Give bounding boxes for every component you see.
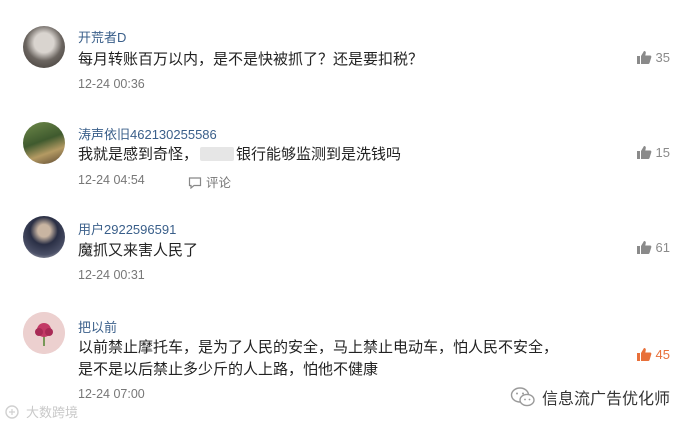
watermark-right: 信息流广告优化师 [510,385,670,409]
like-count: 45 [655,347,670,362]
watermark-left-text: 大数跨境 [26,405,79,420]
wechat-icon [510,387,535,407]
comment-time: 12-24 00:31 [78,268,145,282]
comment-text: 以前禁止摩托车，是为了人民的安全，马上禁止电动车，怕人民不安全， [78,339,559,356]
comment-text: 是不是以后禁止多少斤的人上路，怕他不健康 [78,361,379,378]
thumbs-up-icon [636,51,651,64]
thumbs-up-icon [636,348,651,361]
avatar[interactable] [23,26,65,68]
like-count: 61 [655,240,670,255]
username[interactable]: 涛声依旧462130255586 [78,124,217,143]
watermark-right-text: 信息流广告优化师 [541,391,670,408]
username[interactable]: 开荒者D [78,27,126,46]
avatar[interactable] [23,122,65,164]
like-button[interactable]: 45 [636,347,670,362]
avatar[interactable] [23,312,65,354]
comment-reply-button[interactable]: 评论 [188,172,231,191]
thumbs-up-icon [636,241,651,254]
username[interactable]: 把以前 [78,317,117,336]
comment-time: 12-24 00:36 [78,77,145,91]
comment-text-part: 我就是感到奇怪， [78,146,199,163]
comment-text: 魔抓又来害人民了 [78,242,199,259]
like-count: 35 [655,50,670,65]
like-count: 15 [655,145,670,160]
comment-time: 12-24 07:00 [78,387,145,401]
comment-text: 每月转账百万以内，是不是快被抓了？还是要扣税？ [78,51,424,68]
reply-label: 评论 [206,176,232,190]
watermark-logo-icon [5,404,19,419]
like-button[interactable]: 35 [636,50,670,65]
flower-avatar-icon [23,312,65,354]
comment-time: 12-24 04:54 [78,173,145,187]
comment-text: 我就是感到奇怪， 银行能够监测到是洗钱吗 [78,144,401,166]
watermark-left: 大数跨境 [4,402,78,421]
thumbs-up-icon [636,146,651,159]
like-button[interactable]: 15 [636,145,670,160]
username[interactable]: 用户2922596591 [78,219,176,238]
avatar[interactable] [23,216,65,258]
redacted-mask [200,147,235,161]
comment-bubble-icon [188,177,202,190]
like-button[interactable]: 61 [636,240,670,255]
comment-text-part: 银行能够监测到是洗钱吗 [236,146,402,163]
